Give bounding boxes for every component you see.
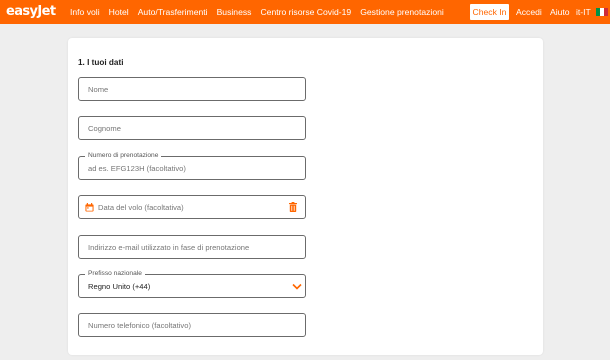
calendar-icon xyxy=(85,203,94,212)
trash-icon[interactable] xyxy=(289,202,297,212)
email-input[interactable]: Indirizzo e-mail utilizzato in fase di p… xyxy=(78,235,306,259)
main-nav: Info voli Hotel Auto/Trasferimenti Busin… xyxy=(70,0,453,24)
email-placeholder: Indirizzo e-mail utilizzato in fase di p… xyxy=(88,242,250,252)
nav-info-voli[interactable]: Info voli xyxy=(70,7,100,17)
nav-covid-resources[interactable]: Centro risorse Covid-19 xyxy=(260,7,351,17)
phone-number-input[interactable]: Numero telefonico (facoltativo) xyxy=(78,313,306,337)
help-link[interactable]: Aiuto xyxy=(550,0,570,24)
flight-date-placeholder: Data del volo (facoltativa) xyxy=(98,202,184,212)
login-link[interactable]: Accedi xyxy=(516,0,542,24)
easyjet-logo[interactable]: easyJet xyxy=(6,3,56,21)
section-title: 1. I tuoi dati xyxy=(78,58,124,67)
country-code-value: Regno Unito (+44) xyxy=(88,281,151,291)
flight-date-input[interactable]: Data del volo (facoltativa) xyxy=(78,195,306,219)
last-name-placeholder: Cognome xyxy=(88,123,121,133)
first-name-input[interactable]: Nome xyxy=(78,77,306,101)
nav-auto-trasferimenti[interactable]: Auto/Trasferimenti xyxy=(138,7,208,17)
last-name-input[interactable]: Cognome xyxy=(78,116,306,140)
chevron-down-icon xyxy=(292,283,302,290)
booking-number-placeholder: ad es. EFG123H (facoltativo) xyxy=(88,163,186,173)
language-selector[interactable]: it-IT xyxy=(576,0,591,24)
booking-number-input[interactable]: Numero di prenotazione ad es. EFG123H (f… xyxy=(78,151,306,180)
phone-number-placeholder: Numero telefonico (facoltativo) xyxy=(88,320,191,330)
nav-hotel[interactable]: Hotel xyxy=(109,7,129,17)
nav-manage-bookings[interactable]: Gestione prenotazioni xyxy=(360,7,444,17)
first-name-placeholder: Nome xyxy=(88,84,109,94)
nav-business[interactable]: Business xyxy=(217,7,252,17)
check-in-button[interactable]: Check In xyxy=(470,4,509,20)
top-nav-bar: easyJet Info voli Hotel Auto/Trasferimen… xyxy=(0,0,610,24)
country-code-select[interactable]: Prefisso nazionale Regno Unito (+44) xyxy=(78,269,306,298)
italy-flag-icon[interactable] xyxy=(596,8,608,16)
